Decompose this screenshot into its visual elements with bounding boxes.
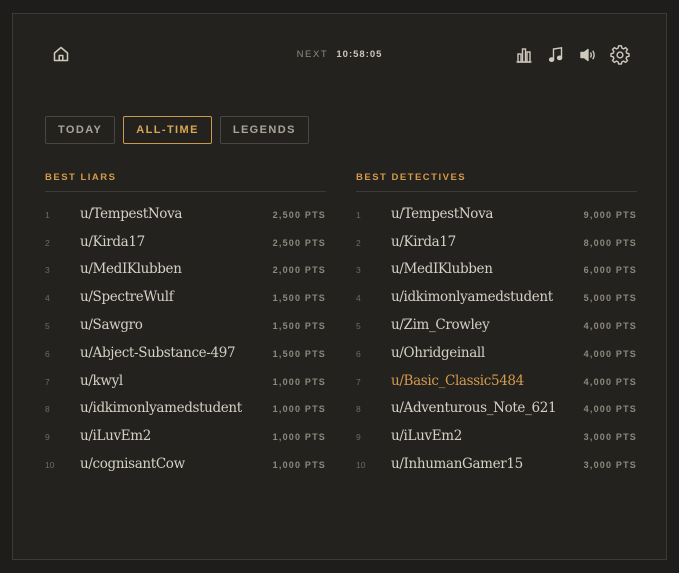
username[interactable]: u/TempestNova [391,206,584,222]
rank: 2 [45,237,50,248]
rank: 1 [45,209,50,220]
rank: 10 [45,460,55,471]
points: 1,500 PTS [272,293,326,304]
rank: 3 [356,265,361,276]
rank: 9 [45,432,50,443]
username[interactable]: u/idkimonlyamedstudent [80,400,273,416]
points: 1,000 PTS [272,404,326,415]
rank: 8 [45,404,50,415]
best-liars-list: 1 u/TempestNova 2,500 PTS 2 u/Kirda17 2,500 … [45,200,326,478]
best-liars-board: BEST LIARS 1 u/TempestNova 2,500 PTS 2 u/Ki… [45,172,326,478]
list-item: 1 u/TempestNova 9,000 PTS [356,200,637,228]
tab-legends[interactable]: LEGENDS [219,116,309,144]
points: 4,000 PTS [583,321,637,332]
best-detectives-list: 1 u/TempestNova 9,000 PTS 2 u/Kirda17 8,000 … [356,200,637,478]
username[interactable]: u/SpectreWulf [80,289,273,305]
list-item: 6 u/Abject-Substance-497 1,500 PTS [45,339,326,367]
list-item: 10 u/cognisantCow 1,000 PTS [45,450,326,478]
username[interactable]: u/iLuvEm2 [80,428,273,444]
rank: 8 [356,404,361,415]
list-item: 6 u/Ohridgeinall 4,000 PTS [356,339,637,367]
best-detectives-title: BEST DETECTIVES [356,172,637,192]
username[interactable]: u/kwyl [80,373,273,389]
list-item: 9 u/iLuvEm2 1,000 PTS [45,422,326,450]
list-item: 1 u/TempestNova 2,500 PTS [45,200,326,228]
list-item: 3 u/MedIKlubben 6,000 PTS [356,256,637,284]
points: 1,500 PTS [272,348,326,359]
rank: 7 [45,376,50,387]
best-detectives-board: BEST DETECTIVES 1 u/TempestNova 9,000 PTS … [356,172,637,478]
rank: 4 [356,293,361,304]
rank: 10 [356,460,366,471]
points: 2,000 PTS [272,265,326,276]
points: 3,000 PTS [583,432,637,443]
username[interactable]: u/Sawgro [80,317,273,333]
music-icon[interactable] [546,45,566,65]
points: 8,000 PTS [583,237,637,248]
username[interactable]: u/idkimonlyamedstudent [391,289,584,305]
username[interactable]: u/cognisantCow [80,456,273,472]
rank: 7 [356,376,361,387]
rank: 3 [45,265,50,276]
period-tabs: TODAY ALL-TIME LEGENDS [45,116,309,144]
list-item: 9 u/iLuvEm2 3,000 PTS [356,422,637,450]
list-item: 7 u/kwyl 1,000 PTS [45,367,326,395]
list-item-current-user: 7 u/Basic_Classic5484 4,000 PTS [356,367,637,395]
list-item: 10 u/InhumanGamer15 3,000 PTS [356,450,637,478]
rank: 1 [356,209,361,220]
username[interactable]: u/Adventurous_Note_621 [391,400,584,416]
points: 1,000 PTS [272,432,326,443]
list-item: 4 u/idkimonlyamedstudent 5,000 PTS [356,283,637,311]
username[interactable]: u/TempestNova [80,206,273,222]
list-item: 2 u/Kirda17 8,000 PTS [356,228,637,256]
top-bar: NEXT 10:58:05 [13,14,666,94]
points: 6,000 PTS [583,265,637,276]
volume-icon[interactable] [578,45,598,65]
stats-icon[interactable] [514,45,534,65]
rank: 6 [45,348,50,359]
points: 4,000 PTS [583,348,637,359]
username[interactable]: u/MedIKlubben [391,261,584,277]
username[interactable]: u/Kirda17 [391,234,584,250]
username[interactable]: u/Ohridgeinall [391,345,584,361]
next-time: 10:58:05 [336,49,383,60]
points: 1,000 PTS [272,460,326,471]
list-item: 5 u/Zim_Crowley 4,000 PTS [356,311,637,339]
username[interactable]: u/Zim_Crowley [391,317,584,333]
tab-today[interactable]: TODAY [45,116,116,144]
points: 9,000 PTS [583,209,637,220]
points: 5,000 PTS [583,293,637,304]
username-highlighted[interactable]: u/Basic_Classic5484 [391,373,584,389]
username[interactable]: u/Abject-Substance-497 [80,345,273,361]
best-liars-title: BEST LIARS [45,172,326,192]
points: 4,000 PTS [583,376,637,387]
username[interactable]: u/Kirda17 [80,234,273,250]
rank: 5 [356,321,361,332]
list-item: 4 u/SpectreWulf 1,500 PTS [45,283,326,311]
rank: 9 [356,432,361,443]
points: 4,000 PTS [583,404,637,415]
settings-icon[interactable] [610,45,630,65]
points: 1,500 PTS [272,321,326,332]
username[interactable]: u/InhumanGamer15 [391,456,584,472]
list-item: 3 u/MedIKlubben 2,000 PTS [45,256,326,284]
list-item: 8 u/idkimonlyamedstudent 1,000 PTS [45,395,326,423]
list-item: 2 u/Kirda17 2,500 PTS [45,228,326,256]
points: 2,500 PTS [272,237,326,248]
toolbar [514,45,630,65]
tab-all-time[interactable]: ALL-TIME [123,116,212,144]
points: 3,000 PTS [583,460,637,471]
points: 1,000 PTS [272,376,326,387]
leaderboard-panel: NEXT 10:58:05 TODAY ALL-TIME LEGENDS BES… [12,13,667,560]
points: 2,500 PTS [272,209,326,220]
list-item: 8 u/Adventurous_Note_621 4,000 PTS [356,395,637,423]
rank: 5 [45,321,50,332]
username[interactable]: u/iLuvEm2 [391,428,584,444]
rank: 2 [356,237,361,248]
list-item: 5 u/Sawgro 1,500 PTS [45,311,326,339]
rank: 6 [356,348,361,359]
username[interactable]: u/MedIKlubben [80,261,273,277]
rank: 4 [45,293,50,304]
next-label: NEXT [296,49,329,60]
